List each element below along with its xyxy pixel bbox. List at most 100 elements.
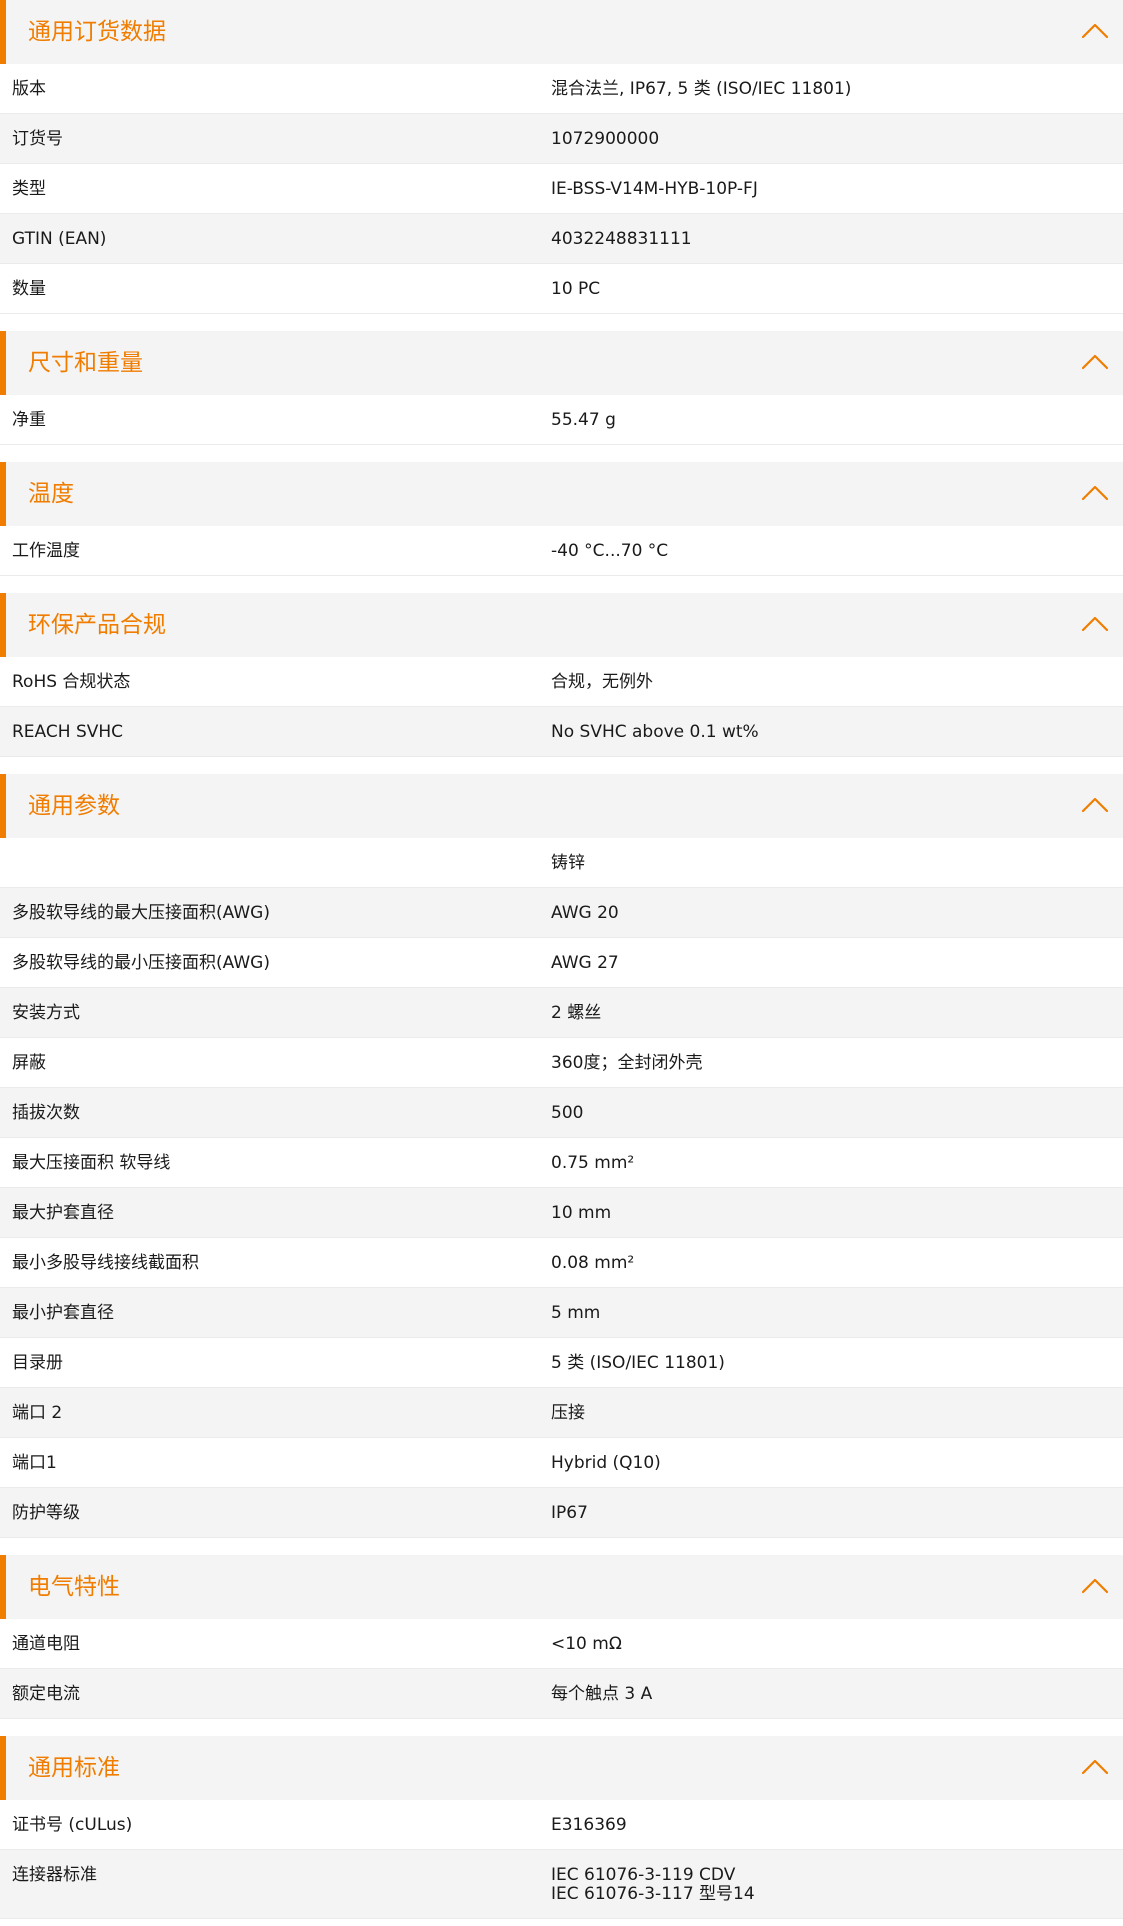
- chevron-up-icon[interactable]: [1081, 794, 1109, 816]
- spec-value: No SVHC above 0.1 wt%: [551, 722, 759, 742]
- spec-value: AWG 27: [551, 953, 619, 973]
- chevron-up-icon[interactable]: [1081, 482, 1109, 504]
- spec-value: 2 螺丝: [551, 1003, 602, 1023]
- section-title: 环保产品合规: [28, 612, 166, 638]
- spec-label: 净重: [12, 410, 46, 430]
- spec-label: 目录册: [12, 1353, 63, 1373]
- spec-label: 端口1: [12, 1453, 57, 1473]
- spec-label: 端口 2: [12, 1403, 63, 1423]
- spec-row: REACH SVHC No SVHC above 0.1 wt%: [0, 707, 1123, 757]
- spec-value: 55.47 g: [551, 410, 616, 430]
- section-electrical-characteristics: 电气特性 通道电阻 <10 mΩ 额定电流 每个触点 3 A: [0, 1555, 1123, 1719]
- spec-row: 净重 55.47 g: [0, 395, 1123, 445]
- section-title: 电气特性: [28, 1574, 120, 1600]
- spec-row: 类型 IE-BSS-V14M-HYB-10P-FJ: [0, 164, 1123, 214]
- spec-value: Hybrid (Q10): [551, 1453, 661, 1473]
- chevron-up-icon[interactable]: [1081, 351, 1109, 373]
- section-title: 温度: [28, 481, 74, 507]
- spec-row: 版本 混合法兰, IP67, 5 类 (ISO/IEC 11801): [0, 64, 1123, 114]
- spec-row: 端口 2 压接: [0, 1388, 1123, 1438]
- spec-label: 最大护套直径: [12, 1203, 114, 1223]
- section-header-electrical-characteristics[interactable]: 电气特性: [0, 1555, 1123, 1619]
- spec-value: 0.75 mm²: [551, 1153, 635, 1173]
- section-header-general-ordering[interactable]: 通用订货数据: [0, 0, 1123, 64]
- spec-value: IP67: [551, 1503, 588, 1523]
- spec-label: RoHS 合规状态: [12, 672, 131, 692]
- section-temperature: 温度 工作温度 -40 °C...70 °C: [0, 462, 1123, 576]
- section-environmental-compliance: 环保产品合规 RoHS 合规状态 合规，无例外 REACH SVHC No SV…: [0, 593, 1123, 757]
- spec-label: 最小多股导线接线截面积: [12, 1253, 199, 1273]
- spec-value: AWG 20: [551, 903, 619, 923]
- section-general-standards: 通用标准 证书号 (cULus) E316369 连接器标准 IEC 61076…: [0, 1736, 1123, 1919]
- spec-value: 5 类 (ISO/IEC 11801): [551, 1353, 725, 1373]
- section-header-general-parameters[interactable]: 通用参数: [0, 774, 1123, 838]
- spec-label: 最小护套直径: [12, 1303, 114, 1323]
- spec-value: 压接: [551, 1403, 585, 1423]
- spec-row: GTIN (EAN) 4032248831111: [0, 214, 1123, 264]
- chevron-up-icon[interactable]: [1081, 1575, 1109, 1597]
- spec-row: 最大护套直径 10 mm: [0, 1188, 1123, 1238]
- section-title: 通用订货数据: [28, 19, 166, 45]
- spec-row: RoHS 合规状态 合规，无例外: [0, 657, 1123, 707]
- section-general-parameters: 通用参数 铸锌 多股软导线的最大压接面积(AWG) AWG 20 多股软导线的最…: [0, 774, 1123, 1538]
- spec-value: IE-BSS-V14M-HYB-10P-FJ: [551, 179, 758, 199]
- spec-row: 防护等级 IP67: [0, 1488, 1123, 1538]
- spec-value: 360度；全封闭外壳: [551, 1053, 703, 1073]
- chevron-up-icon[interactable]: [1081, 613, 1109, 635]
- section-title: 通用参数: [28, 793, 120, 819]
- section-header-temperature[interactable]: 温度: [0, 462, 1123, 526]
- spec-label: GTIN (EAN): [12, 229, 107, 249]
- spec-sheet: 通用订货数据 版本 混合法兰, IP67, 5 类 (ISO/IEC 11801…: [0, 0, 1123, 1919]
- spec-label: 插拔次数: [12, 1103, 80, 1123]
- spec-label: 额定电流: [12, 1684, 80, 1704]
- spec-row: 最大压接面积 软导线 0.75 mm²: [0, 1138, 1123, 1188]
- spec-row: 工作温度 -40 °C...70 °C: [0, 526, 1123, 576]
- spec-value: 混合法兰, IP67, 5 类 (ISO/IEC 11801): [551, 79, 852, 99]
- spec-label: 数量: [12, 279, 46, 299]
- spec-row: 多股软导线的最小压接面积(AWG) AWG 27: [0, 938, 1123, 988]
- spec-label: 多股软导线的最大压接面积(AWG): [12, 903, 270, 923]
- spec-row: 证书号 (cULus) E316369: [0, 1800, 1123, 1850]
- spec-label: REACH SVHC: [12, 722, 124, 742]
- spec-label: 防护等级: [12, 1503, 80, 1523]
- section-rows: 工作温度 -40 °C...70 °C: [0, 526, 1123, 576]
- spec-label: 多股软导线的最小压接面积(AWG): [12, 953, 270, 973]
- spec-row: 连接器标准 IEC 61076-3-119 CDV IEC 61076-3-11…: [0, 1850, 1123, 1919]
- spec-value: 每个触点 3 A: [551, 1684, 653, 1704]
- spec-row: 屏蔽 360度；全封闭外壳: [0, 1038, 1123, 1088]
- spec-row: 额定电流 每个触点 3 A: [0, 1669, 1123, 1719]
- spec-row: 多股软导线的最大压接面积(AWG) AWG 20: [0, 888, 1123, 938]
- section-title: 通用标准: [28, 1755, 120, 1781]
- chevron-up-icon[interactable]: [1081, 1756, 1109, 1778]
- spec-row: 订货号 1072900000: [0, 114, 1123, 164]
- spec-label: 工作温度: [12, 541, 80, 561]
- spec-label: 连接器标准: [12, 1865, 97, 1885]
- section-title: 尺寸和重量: [28, 350, 143, 376]
- spec-value: 5 mm: [551, 1303, 601, 1323]
- spec-label: 通道电阻: [12, 1634, 80, 1654]
- spec-value: 1072900000: [551, 129, 660, 149]
- spec-value: -40 °C...70 °C: [551, 541, 669, 561]
- spec-label: 证书号 (cULus): [12, 1815, 133, 1835]
- spec-row: 目录册 5 类 (ISO/IEC 11801): [0, 1338, 1123, 1388]
- section-header-environmental-compliance[interactable]: 环保产品合规: [0, 593, 1123, 657]
- spec-label: 版本: [12, 79, 46, 99]
- spec-row: 最小护套直径 5 mm: [0, 1288, 1123, 1338]
- spec-row: 插拔次数 500: [0, 1088, 1123, 1138]
- section-header-dimensions-weight[interactable]: 尺寸和重量: [0, 331, 1123, 395]
- section-rows: RoHS 合规状态 合规，无例外 REACH SVHC No SVHC abov…: [0, 657, 1123, 757]
- spec-label: 类型: [12, 179, 46, 199]
- spec-label: 安装方式: [12, 1003, 80, 1023]
- section-general-ordering: 通用订货数据 版本 混合法兰, IP67, 5 类 (ISO/IEC 11801…: [0, 0, 1123, 314]
- section-dimensions-weight: 尺寸和重量 净重 55.47 g: [0, 331, 1123, 445]
- spec-row: 最小多股导线接线截面积 0.08 mm²: [0, 1238, 1123, 1288]
- section-rows: 版本 混合法兰, IP67, 5 类 (ISO/IEC 11801) 订货号 1…: [0, 64, 1123, 314]
- spec-row: 铸锌: [0, 838, 1123, 888]
- chevron-up-icon[interactable]: [1081, 20, 1109, 42]
- spec-value: <10 mΩ: [551, 1634, 622, 1654]
- section-rows: 证书号 (cULus) E316369 连接器标准 IEC 61076-3-11…: [0, 1800, 1123, 1919]
- section-header-general-standards[interactable]: 通用标准: [0, 1736, 1123, 1800]
- spec-label: 屏蔽: [12, 1053, 46, 1073]
- spec-value: 10 PC: [551, 279, 601, 299]
- spec-value: IEC 61076-3-119 CDV IEC 61076-3-117 型号14: [551, 1865, 755, 1904]
